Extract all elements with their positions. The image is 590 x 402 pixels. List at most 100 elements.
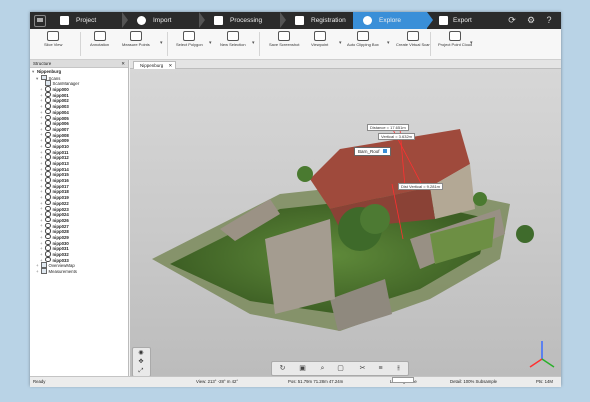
scan-icon [45,103,51,109]
status-detail: Detail: 100% Subsample [450,379,498,384]
scan-icon [45,216,51,223]
eye-icon[interactable]: ◉ [136,349,146,357]
chevron-down-icon[interactable]: ▾ [252,40,255,46]
tab-nippenburg[interactable]: Nippenburg ✕ [133,61,177,69]
loading-progress [392,377,414,383]
create-virtual-scan-button[interactable]: Create Virtual Scan [396,31,431,48]
clip-icon[interactable]: ✂ [358,364,367,373]
level-icon[interactable]: ≡ [376,364,385,373]
scan-icon [45,256,51,263]
chevron-icon [280,12,286,28]
separator [430,32,431,56]
tool-label: Measure Points [122,42,150,47]
step-explore[interactable]: Explore [353,12,427,29]
virtual-scan-icon [407,31,420,41]
auto-clipping-box-button[interactable]: Auto Clipping Box [347,31,379,48]
measurement-icon [41,268,47,274]
scan-icon [45,233,51,240]
perspective-icon[interactable]: ▢ [336,364,345,373]
scan-icon [45,97,51,103]
annotation-icon [93,31,106,41]
chevron-down-icon[interactable]: ▾ [160,40,163,46]
chevron-down-icon[interactable]: ▾ [339,40,342,46]
scan-icon [45,171,51,177]
project-point-cloud-button[interactable]: Project Point Cloud [438,31,472,48]
scan-icon [45,114,51,120]
step-project[interactable]: Project [52,12,122,29]
gear-icon[interactable]: ⚙ [526,15,536,25]
structure-panel: Structure ✕ ▾ Nippenburg ▾ Scans ScanManag… [30,60,129,376]
step-processing[interactable]: Processing [206,12,280,29]
point-cloud-icon [449,31,462,41]
tool-label: Project Point Cloud [438,42,473,47]
step-processing-label: Processing [230,17,263,24]
measure-points-button[interactable]: Measure Points [122,31,150,48]
tool-label: Viewpoint [311,42,329,47]
explore-icon [363,16,372,25]
step-import[interactable]: Import [129,12,199,29]
close-icon[interactable]: ✕ [121,60,125,67]
root-label: Nippenburg [37,69,62,74]
slice-view-button[interactable]: Slice View [44,31,62,48]
step-export[interactable]: Export [434,12,492,29]
scan-icon [45,245,51,251]
fullscreen-icon[interactable]: ⤢ [136,367,146,375]
annotation-tag[interactable]: Barn_Roof [354,147,391,156]
tab-label: Nippenburg [140,63,164,68]
tool-label: Auto Clipping Box [347,42,379,47]
cube-view-icon[interactable]: ▣ [298,364,307,373]
import-icon [137,16,146,25]
scan-icon [45,148,51,155]
project-icon [60,16,69,25]
chevron-down-icon[interactable]: ▾ [470,40,473,46]
new-selection-button[interactable]: New Selection [220,31,246,48]
scan-icon [45,108,51,115]
scan-icon [45,239,51,246]
help-icon[interactable]: ? [544,15,554,25]
tool-label: Annotation [90,42,110,47]
close-icon[interactable]: ✕ [169,62,173,69]
point-cloud-viewport[interactable]: Distance = 17.651m Vertical = 3.632m Bar… [130,69,561,376]
save-icon[interactable] [34,15,46,27]
scan-icon [45,125,51,132]
zoom-icon[interactable]: ⌕ [318,364,327,373]
chevron-icon [122,12,128,28]
refresh-icon[interactable]: ⟳ [507,15,517,25]
view-mode-toolbar: ◉ ✥ ⤢ [132,347,151,376]
chevron-icon [427,12,433,28]
viewpoint-button[interactable]: Viewpoint [311,31,328,48]
scan-icon [45,199,51,206]
tree-measurements[interactable]: + Measurements [30,268,128,274]
selection-icon [226,31,239,41]
scan-icon [45,120,51,126]
step-project-label: Project [76,17,97,24]
separator [80,32,81,56]
chevron-down-icon[interactable]: ▾ [387,40,390,46]
structure-panel-header: Structure ✕ [30,60,128,68]
pan-icon[interactable]: ✥ [136,358,146,366]
annotation-button[interactable]: Annotation [90,31,109,48]
annotation-marker-icon [382,149,387,153]
ribbon-toolbar: Slice View Annotation Measure Points ▾ S… [30,29,561,60]
measure-tool-icon[interactable]: ⫲ [394,364,403,373]
tree [360,204,390,234]
vertical-label: Vertical = 3.632m [378,133,416,140]
save-screenshot-button[interactable]: Save Screenshot [269,31,299,48]
select-polygon-button[interactable]: Select Polygon [176,31,203,48]
step-import-label: Import [153,17,172,24]
structure-title: Structure [33,61,52,66]
export-icon [439,16,448,25]
measure-icon [129,31,142,41]
status-bar: Ready View: 213° -28° m 42° Pos: 51.79m … [30,376,561,387]
distance-label: Dist Vertical = 9.281m [398,183,444,190]
scan-manager-icon [45,80,51,86]
structure-tree: ▾ Nippenburg ▾ Scans ScanManager + nipp000 +… [30,69,128,274]
scan-icon [45,91,51,98]
cube-icon [47,31,60,41]
scan-icon [45,182,51,189]
chevron-down-icon[interactable]: ▾ [209,40,212,46]
scan-icon [45,131,51,138]
scan-icon [45,137,51,143]
chevron-icon [199,12,205,28]
rotate-icon[interactable]: ↻ [278,364,287,373]
